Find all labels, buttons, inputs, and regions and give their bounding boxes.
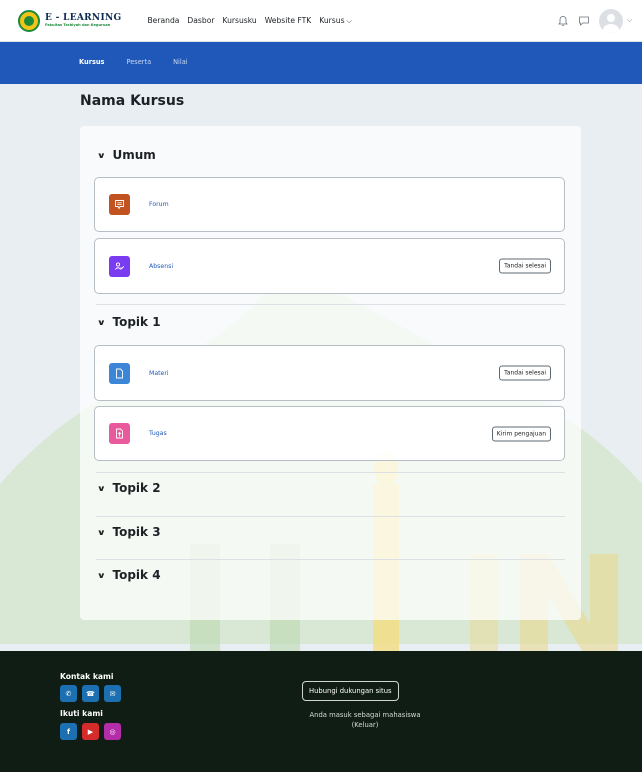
messages-icon[interactable] — [578, 15, 590, 27]
social-links: f ▶ ◎ — [60, 723, 121, 740]
contact-heading: Kontak kami — [60, 672, 114, 681]
attendance-icon — [109, 255, 130, 277]
chevron-down-icon: ∨ — [96, 317, 106, 327]
forum-icon — [109, 194, 130, 215]
section-title: Topik 1 — [112, 315, 161, 329]
logout-link[interactable]: (Keluar) — [280, 721, 450, 731]
site-logo[interactable]: E - LEARNING Fakultas Tarbiyah dan Kegur… — [18, 9, 122, 32]
chevron-down-icon: ∨ — [96, 150, 106, 160]
nav-item-beranda[interactable]: Beranda — [147, 16, 179, 25]
top-navbar: E - LEARNING Fakultas Tarbiyah dan Kegur… — [0, 0, 642, 42]
tab-nilai[interactable]: Nilai — [173, 58, 187, 66]
follow-heading: Ikuti kami — [60, 709, 103, 718]
chevron-down-icon: ∨ — [96, 570, 106, 580]
section-header-topik-1[interactable]: ∨ Topik 1 — [96, 315, 161, 329]
tab-kursus[interactable]: Kursus — [79, 58, 104, 66]
chevron-down-icon: ⌵ — [346, 16, 352, 25]
submit-assignment-button[interactable]: Kirim pengajuan — [491, 426, 551, 441]
youtube-icon[interactable]: ▶ — [82, 723, 99, 740]
activity-name[interactable]: Absensi — [149, 263, 173, 270]
file-icon — [109, 362, 130, 384]
activity-name[interactable]: Materi — [149, 370, 169, 377]
chevron-down-icon: ∨ — [96, 527, 106, 537]
section-divider — [96, 472, 565, 473]
tab-peserta[interactable]: Peserta — [126, 58, 151, 66]
mark-done-button[interactable]: Tandai selesai — [499, 258, 551, 274]
page-title: Nama Kursus — [80, 93, 185, 109]
nav-item-kursusku[interactable]: Kursusku — [222, 16, 256, 25]
user-avatar[interactable] — [598, 8, 623, 33]
section-header-topik-3[interactable]: ∨ Topik 3 — [96, 525, 161, 539]
contact-links: ✆ ☎ ✉ — [60, 685, 121, 702]
section-title: Topik 2 — [112, 481, 161, 495]
section-divider — [96, 516, 565, 517]
logo-subtitle: Fakultas Tarbiyah dan Keguruan — [45, 22, 111, 27]
section-title: Topik 4 — [112, 568, 161, 582]
nav-item-kursus-label: Kursus — [319, 15, 345, 25]
logo-emblem-icon — [18, 9, 40, 32]
user-menu-chevron-down-icon[interactable]: ⌵ — [627, 16, 632, 25]
activity-tugas[interactable]: Tugas Kirim pengajuan — [94, 406, 565, 461]
activity-forum[interactable]: Forum — [94, 177, 565, 232]
section-title: Umum — [112, 148, 156, 162]
assignment-icon — [109, 423, 130, 444]
logo-title: E - LEARNING — [45, 12, 122, 23]
section-title: Topik 3 — [112, 525, 161, 539]
notification-bell-icon[interactable] — [557, 15, 569, 27]
login-info-text: Anda masuk sebagai mahasiswa — [309, 711, 421, 719]
primary-navigation: Beranda Dasbor Kursusku Website FTK Kurs… — [147, 16, 351, 26]
section-divider — [96, 304, 565, 305]
section-header-umum[interactable]: ∨ Umum — [96, 148, 156, 162]
contact-support-button[interactable]: Hubungi dukungan situs — [302, 681, 399, 701]
section-divider — [96, 559, 565, 560]
activity-name[interactable]: Forum — [149, 201, 169, 208]
mark-done-button[interactable]: Tandai selesai — [499, 365, 551, 381]
chevron-down-icon: ∨ — [96, 483, 106, 493]
nav-item-dasbor[interactable]: Dasbor — [187, 16, 214, 25]
nav-item-website-ftk[interactable]: Website FTK — [265, 16, 312, 25]
page-footer: Kontak kami ✆ ☎ ✉ Ikuti kami f ▶ ◎ Hubun… — [0, 651, 642, 772]
phone-icon[interactable]: ☎ — [82, 685, 99, 702]
section-header-topik-2[interactable]: ∨ Topik 2 — [96, 481, 161, 495]
email-icon[interactable]: ✉ — [104, 685, 121, 702]
course-content: ∨ Umum Forum Absensi Tandai selesai ∨ To… — [80, 126, 581, 620]
section-header-topik-4[interactable]: ∨ Topik 4 — [96, 568, 161, 582]
nav-item-kursus-dropdown[interactable]: Kursus ⌵ — [319, 16, 352, 26]
activity-absensi[interactable]: Absensi Tandai selesai — [94, 238, 565, 294]
instagram-icon[interactable]: ◎ — [104, 723, 121, 740]
facebook-icon[interactable]: f — [60, 723, 77, 740]
login-info: Anda masuk sebagai mahasiswa (Keluar) — [280, 711, 450, 730]
course-secondary-navigation: Kursus Peserta Nilai — [0, 42, 642, 84]
activity-name[interactable]: Tugas — [149, 430, 167, 437]
activity-materi[interactable]: Materi Tandai selesai — [94, 345, 565, 401]
whatsapp-icon[interactable]: ✆ — [60, 685, 77, 702]
